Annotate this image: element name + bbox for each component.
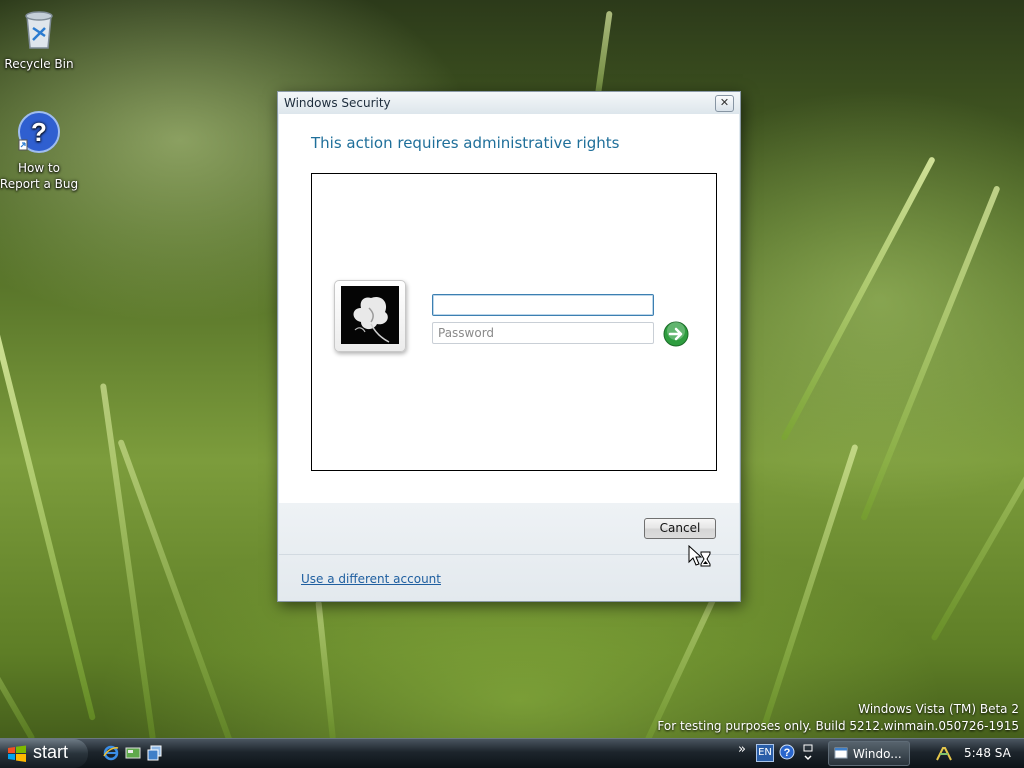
use-different-account-link[interactable]: Use a different account bbox=[301, 572, 441, 586]
show-desktop-icon[interactable] bbox=[125, 745, 141, 761]
switch-windows-icon[interactable] bbox=[147, 745, 163, 761]
tray-expand-icon[interactable]: » bbox=[738, 742, 746, 757]
user-tile[interactable] bbox=[334, 280, 406, 352]
dialog-footer: Cancel Use a different account bbox=[279, 503, 739, 601]
desktop-icon-label: How to Report a Bug bbox=[0, 161, 79, 191]
submit-button[interactable] bbox=[663, 321, 689, 347]
close-icon: ✕ bbox=[719, 96, 730, 109]
build-watermark-line1: Windows Vista (TM) Beta 2 bbox=[858, 702, 1019, 716]
recycle-bin-icon bbox=[17, 6, 61, 50]
taskbar: start » EN ? Windo... 5:48 SA bbox=[0, 738, 1024, 768]
footer-divider bbox=[279, 554, 739, 555]
dialog-heading: This action requires administrative righ… bbox=[311, 134, 620, 152]
grass-blade bbox=[760, 443, 859, 731]
window-icon bbox=[834, 747, 848, 759]
language-options-icon[interactable] bbox=[802, 743, 814, 763]
security-dialog: Windows Security ✕ This action requires … bbox=[277, 91, 741, 602]
windows-logo-icon bbox=[8, 745, 26, 762]
password-field[interactable] bbox=[432, 322, 654, 344]
grass-blade bbox=[860, 185, 1001, 522]
desktop-icon-recycle-bin[interactable]: Recycle Bin bbox=[0, 6, 81, 72]
svg-text:?: ? bbox=[784, 747, 791, 759]
username-field[interactable] bbox=[432, 294, 654, 316]
build-watermark-line2: For testing purposes only. Build 5212.wi… bbox=[657, 719, 1019, 733]
desktop: Recycle Bin ? How to Report a Bug Window… bbox=[0, 0, 1024, 768]
system-clock[interactable]: 5:48 SA bbox=[964, 746, 1011, 760]
credential-panel bbox=[311, 173, 717, 471]
dialog-titlebar[interactable]: Windows Security ✕ bbox=[278, 92, 740, 114]
grass-blade bbox=[0, 547, 36, 742]
desktop-icon-report-bug[interactable]: ? How to Report a Bug bbox=[0, 110, 81, 192]
taskbar-window-label: Windo... bbox=[853, 747, 902, 761]
close-button[interactable]: ✕ bbox=[715, 95, 734, 112]
start-button[interactable]: start bbox=[0, 739, 88, 768]
grass-blade bbox=[315, 600, 336, 741]
cancel-button[interactable]: Cancel bbox=[644, 518, 716, 539]
svg-text:?: ? bbox=[31, 117, 47, 147]
internet-explorer-icon[interactable] bbox=[103, 745, 119, 761]
language-indicator[interactable]: EN bbox=[756, 744, 774, 762]
dialog-title: Windows Security bbox=[284, 96, 391, 110]
start-label: start bbox=[33, 742, 69, 762]
user-avatar bbox=[341, 286, 399, 344]
dialog-content: This action requires administrative righ… bbox=[279, 114, 739, 503]
grass-blade bbox=[930, 309, 1024, 642]
desktop-icon-label: Recycle Bin bbox=[4, 57, 74, 71]
help-icon[interactable]: ? bbox=[779, 744, 795, 760]
network-icon[interactable] bbox=[935, 744, 953, 762]
taskbar-window-button[interactable]: Windo... bbox=[828, 741, 910, 766]
grass-blade bbox=[0, 311, 96, 721]
grass-blade bbox=[99, 383, 156, 741]
arrow-right-icon bbox=[663, 321, 689, 347]
help-question-icon: ? bbox=[17, 110, 61, 154]
